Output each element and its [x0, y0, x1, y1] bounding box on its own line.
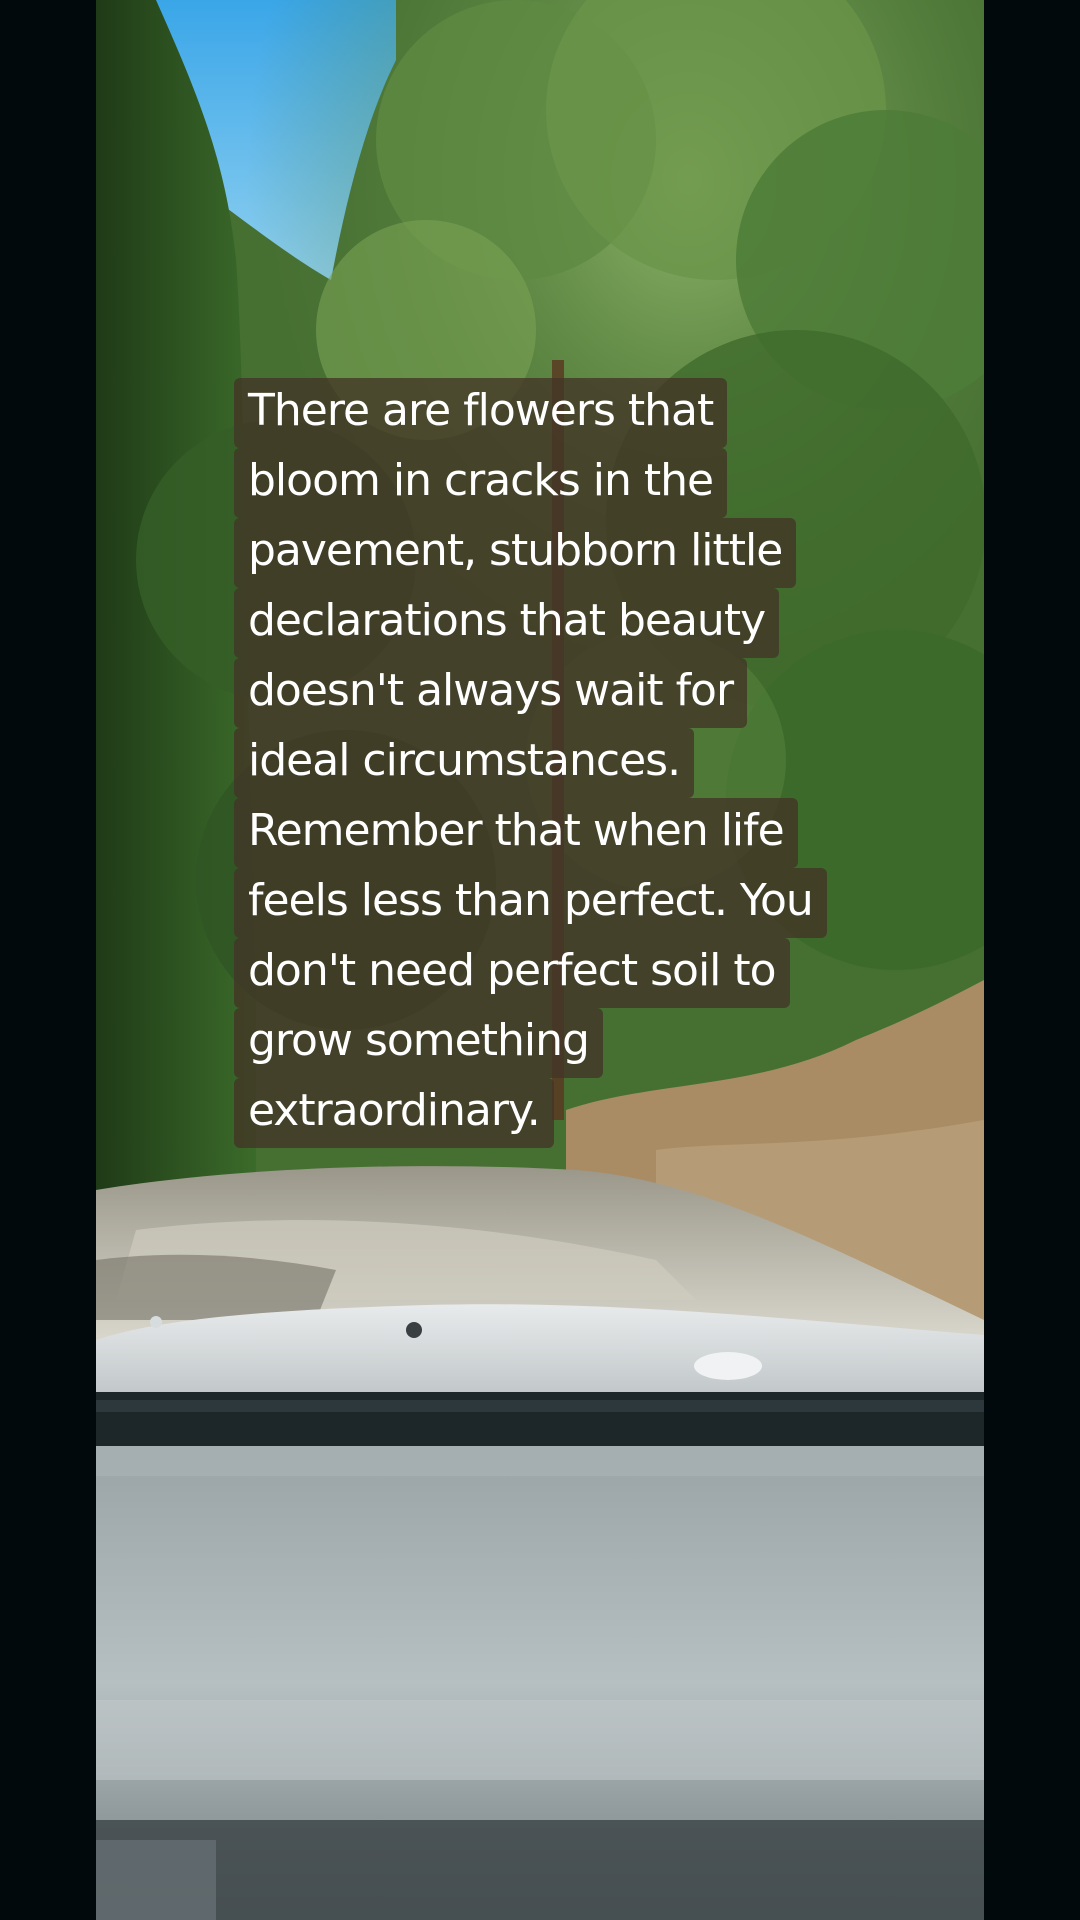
caption-line: bloom in cracks in the: [234, 448, 728, 518]
caption-line: pavement, stubborn little: [234, 518, 797, 588]
caption-line: Remember that when life: [234, 798, 798, 868]
video-frame: There are flowers that bloom in cracks i…: [0, 0, 1080, 1920]
quote-caption: There are flowers that bloom in cracks i…: [234, 378, 914, 1148]
caption-line: grow something: [234, 1008, 603, 1078]
caption-line: doesn't always wait for: [234, 658, 748, 728]
caption-line: There are flowers that: [234, 378, 728, 448]
caption-line: declarations that beauty: [234, 588, 780, 658]
caption-line: ideal circumstances.: [234, 728, 695, 798]
caption-line: feels less than perfect. You: [234, 868, 827, 938]
caption-line: don't need perfect soil to: [234, 938, 790, 1008]
caption-line: extraordinary.: [234, 1078, 554, 1148]
video-content: There are flowers that bloom in cracks i…: [96, 0, 984, 1920]
